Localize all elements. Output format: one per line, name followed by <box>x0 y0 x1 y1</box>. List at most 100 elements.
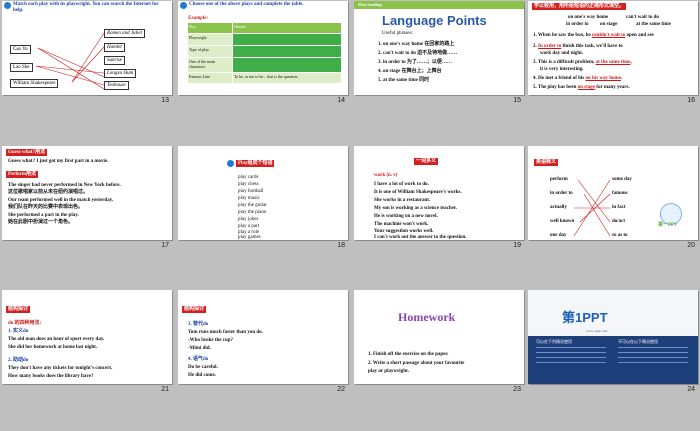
phrase-item: play games <box>238 235 261 240</box>
table-row-label: Play <box>188 23 232 33</box>
slide-frame: 第1PPT www.1ppt.com 可以在下列情况使用 不可以在以下情况使用 <box>528 290 698 384</box>
slide-frame: 英语释义 perform in order to actually well k… <box>528 146 698 240</box>
slide-thumbnail-24[interactable]: 第1PPT www.1ppt.com 可以在下列情况使用 不可以在以下情况使用 … <box>528 290 698 393</box>
section-tag: Perform用法 <box>6 171 39 178</box>
slide-frame: Choose one of the above plays and comple… <box>178 1 348 95</box>
phrase-item: 5. at the same time 同时 <box>378 78 430 83</box>
subsection-head: 3. 替代do <box>188 322 209 327</box>
slide-frame: 结构探讨 do 的四种用法: 1. 实义do The old man does … <box>2 290 172 384</box>
slide-number: 17 <box>161 242 169 249</box>
table-row-value <box>233 58 341 72</box>
table-row-label: Famous Line <box>188 73 232 83</box>
slide-thumbnail-15[interactable]: Post-reading Language Points Useful phra… <box>354 1 524 104</box>
example-line: My son is working as a science teacher. <box>374 206 457 211</box>
panel-caption: 可以在下列情况使用 <box>536 339 572 344</box>
section-tag: 一词多义 <box>414 158 439 165</box>
subtitle: Useful phrases: <box>382 31 413 36</box>
slide-frame: Play组成个短语 play cards play chess play foo… <box>178 146 348 240</box>
slide-thumbnail-17[interactable]: Guess what?用法 Guess what? I just got my … <box>2 146 172 249</box>
phrase-item: play the piano <box>238 210 267 215</box>
example-line: Do be careful. <box>188 365 218 370</box>
example-line: The singer had never performed in New Yo… <box>8 183 121 188</box>
section-head: do 的四种用法: <box>8 321 42 326</box>
slide-number: 24 <box>687 386 695 393</box>
slide-title: Homework <box>398 310 456 324</box>
phrase: on stage <box>600 22 618 27</box>
matching-lines <box>35 32 105 90</box>
slide-thumbnail-22[interactable]: 结构探讨 3. 替代do Tom runs much faster than y… <box>178 290 348 393</box>
example-line: Our team performed well in the match yes… <box>8 198 114 203</box>
phrase-item: play chess <box>238 182 259 187</box>
example-line: 我们队在昨天的比赛中表现出色。 <box>8 205 84 210</box>
slide-frame: 学以致用，用所给短语的正确形式填空。 on one's way home can… <box>528 1 698 95</box>
table-row-value: To be, or not to be – that is the questi… <box>233 73 341 83</box>
example-line: I have a lot of work to do. <box>374 182 429 187</box>
slide-thumbnail-13[interactable]: Match each play with its playwright. You… <box>2 1 172 104</box>
section-tag: 学以致用，用所给短语的正确形式填空。 <box>532 3 627 10</box>
homework-line: 1. Finish off the exercise on the paper. <box>368 352 449 357</box>
sentence: work day and night. <box>540 51 584 56</box>
slide-thumbnail-19[interactable]: 一词多义 work (n. v) I have a lot of work to… <box>354 146 524 249</box>
panel-caption: 不可以在以下情况使用 <box>618 339 658 344</box>
phrase-item: play cards <box>238 175 259 180</box>
sentence: 4. He met a friend of his on his way hom… <box>533 76 623 81</box>
brand-url: www.1ppt.com <box>586 329 608 333</box>
example-line: Tom runs much faster than you do. <box>188 330 263 335</box>
table-row-label: Type of play <box>188 46 232 57</box>
slide-thumbnail-16[interactable]: 学以致用，用所给短语的正确形式填空。 on one's way home can… <box>528 1 698 104</box>
slide-frame: Match each play with its playwright. You… <box>2 1 172 95</box>
phrase-item: 3. in order to 为了……；以便…… <box>378 60 452 65</box>
example-line: 这位歌唱家以前从未在纽约演唱过。 <box>8 190 89 195</box>
phrase-item: play football <box>238 189 264 194</box>
example-line: They don't have any tickets for tonight'… <box>8 366 113 371</box>
slide-thumbnail-20[interactable]: 英语释义 perform in order to actually well k… <box>528 146 698 249</box>
section-tag: Guess what?用法 <box>6 149 48 156</box>
phrase: on one's way home <box>568 15 609 20</box>
phrase-item: play jokes <box>238 217 259 222</box>
section-tag: Post-reading <box>358 2 382 7</box>
phrase-item: play music <box>238 196 260 201</box>
phrase-item: 4. on stage 在舞台上；上舞台 <box>378 69 442 74</box>
section-tag: 结构探讨 <box>6 306 31 313</box>
example-line: 她在此剧中扮演过一个角色。 <box>8 220 74 225</box>
example-line: The old man does an hour of sport every … <box>8 337 105 342</box>
slide-thumbnail-18[interactable]: Play组成个短语 play cards play chess play foo… <box>178 146 348 249</box>
slide-thumbnail-23[interactable]: Homework 1. Finish off the exercise on t… <box>354 290 524 393</box>
slide-number: 23 <box>513 386 521 393</box>
example-line: She works in a restaurant. <box>374 198 431 203</box>
phrase: can't wait to do <box>626 15 659 20</box>
table-row-label: One of the main characters <box>188 58 232 72</box>
sentence: 1. When he saw the box, he couldn't wait… <box>533 33 654 38</box>
sentence: it is very interesting. <box>540 67 584 72</box>
slide-title: Language Points <box>382 13 487 28</box>
slide-number: 15 <box>513 97 521 104</box>
phrase-item: play the guitar <box>238 203 267 208</box>
slide-number: 22 <box>337 386 345 393</box>
slide-instruction: Choose one of the above plays and comple… <box>189 2 304 7</box>
entry-head: work (n. v) <box>374 173 398 178</box>
homework-line: play or playwright. <box>368 369 409 374</box>
example-line: The machine won't work. <box>374 222 429 227</box>
slide-frame: Guess what?用法 Guess what? I just got my … <box>2 146 172 240</box>
subsection-head: 2. 助动do <box>8 358 29 363</box>
example-line: How many books does the library have? <box>8 374 94 379</box>
example-line: -Who broke the cup? <box>188 338 234 343</box>
table-row-label: Playwright <box>188 34 232 45</box>
slide-thumbnail-14[interactable]: Choose one of the above plays and comple… <box>178 1 348 104</box>
phrase: at the same time <box>636 22 671 27</box>
example-line: He is working on a new novel. <box>374 214 438 219</box>
slide-number: 16 <box>687 97 695 104</box>
slide-frame: Homework 1. Finish off the exercise on t… <box>354 290 524 384</box>
gear-icon <box>227 160 234 167</box>
example-line: -Mimi did. <box>188 346 211 351</box>
slide-number: 21 <box>161 386 169 393</box>
slide-number: 13 <box>161 97 169 104</box>
phrase-item: 1. on one's way home 在回家的路上 <box>378 42 455 47</box>
example-line: I can't work out the answer to the quest… <box>374 235 467 240</box>
phrase: in order to <box>566 22 589 27</box>
example-line: He did come. <box>188 373 216 378</box>
slide-thumbnail-21[interactable]: 结构探讨 do 的四种用法: 1. 实义do The old man does … <box>2 290 172 393</box>
example-line: It is one of William Shakespeare's works… <box>374 190 462 195</box>
example-label: Example: <box>188 16 208 21</box>
sentence: 2. In order to finish this task, we'll h… <box>533 44 623 49</box>
